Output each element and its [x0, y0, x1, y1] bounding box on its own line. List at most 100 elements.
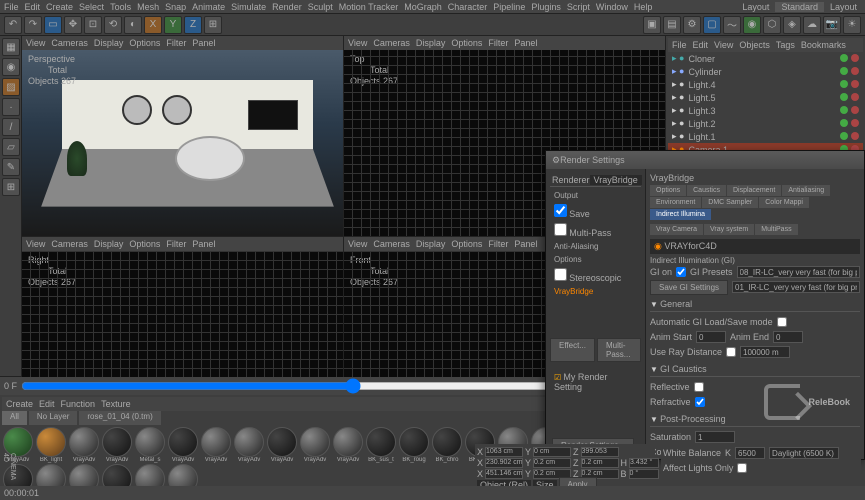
- menu-tools[interactable]: Tools: [110, 2, 131, 12]
- mat-texture[interactable]: Texture: [101, 399, 131, 409]
- raydist-input[interactable]: [740, 346, 790, 358]
- material-cell[interactable]: BK_light: [35, 427, 67, 463]
- mat-tab-nolayer[interactable]: No Layer: [29, 411, 77, 425]
- coord-x[interactable]: [485, 447, 523, 457]
- render-settings-icon[interactable]: ⚙: [683, 16, 701, 34]
- useray-checkbox[interactable]: [726, 347, 736, 357]
- coord-b[interactable]: [629, 469, 659, 479]
- rotate-tool-icon[interactable]: ⟲: [104, 16, 122, 34]
- menu-pipeline[interactable]: Pipeline: [493, 2, 525, 12]
- object-row[interactable]: ▸ ●Light.5: [668, 91, 863, 104]
- object-row[interactable]: ▸ ●Light.4: [668, 78, 863, 91]
- object-row[interactable]: ▸ ●Light.1: [668, 130, 863, 143]
- mat-tab-rose[interactable]: rose_01_04 (0.tm): [79, 411, 160, 425]
- menu-select[interactable]: Select: [79, 2, 104, 12]
- coord-x2[interactable]: [485, 458, 523, 468]
- coord-icon[interactable]: ⊞: [204, 16, 222, 34]
- undo-icon[interactable]: ↶: [4, 16, 22, 34]
- animend-input[interactable]: [773, 331, 803, 343]
- menu-edit[interactable]: Edit: [25, 2, 41, 12]
- autoload-checkbox[interactable]: [777, 317, 787, 327]
- objmgr-file[interactable]: File: [672, 40, 687, 50]
- material-cell[interactable]: VrayAdv: [332, 427, 364, 463]
- object-row[interactable]: ▸ ●Cylinder: [668, 65, 863, 78]
- objmgr-edit[interactable]: Edit: [693, 40, 709, 50]
- affect-checkbox[interactable]: [737, 463, 747, 473]
- vp-menu-cameras[interactable]: Cameras: [373, 38, 410, 48]
- objmgr-bookmarks[interactable]: Bookmarks: [801, 40, 846, 50]
- material-cell[interactable]: BK_sus_t: [365, 427, 397, 463]
- vp-menu-options[interactable]: Options: [451, 38, 482, 48]
- tab-dmc[interactable]: DMC Sampler: [702, 197, 758, 208]
- tab-displacement[interactable]: Displacement: [727, 185, 781, 196]
- menu-plugins[interactable]: Plugins: [531, 2, 561, 12]
- mat-edit[interactable]: Edit: [39, 399, 55, 409]
- coord-x3[interactable]: [485, 469, 523, 479]
- vp-menu-cameras[interactable]: Cameras: [51, 38, 88, 48]
- material-cell[interactable]: BK_chro: [431, 427, 463, 463]
- stereo-checkbox[interactable]: [554, 268, 567, 281]
- material-cell[interactable]: VrayAdv: [167, 427, 199, 463]
- vp-menu-filter[interactable]: Filter: [488, 38, 508, 48]
- render-aa[interactable]: Anti-Aliasing: [550, 240, 641, 253]
- wb-preset[interactable]: [769, 447, 839, 459]
- vp-menu-filter[interactable]: Filter: [488, 239, 508, 249]
- refractive-checkbox[interactable]: [695, 397, 705, 407]
- menu-simulate[interactable]: Simulate: [231, 2, 266, 12]
- vp-menu-display[interactable]: Display: [94, 239, 124, 249]
- vp-menu-display[interactable]: Display: [416, 239, 446, 249]
- wb-input[interactable]: [735, 447, 765, 459]
- spline-icon[interactable]: ～: [723, 16, 741, 34]
- tab-caustics[interactable]: Caustics: [687, 185, 726, 196]
- multipass-checkbox[interactable]: [554, 223, 567, 236]
- point-mode-icon[interactable]: ·: [2, 98, 20, 116]
- save-checkbox[interactable]: [554, 204, 567, 217]
- render-multipass[interactable]: Multi-Pass: [550, 221, 641, 240]
- tab-options[interactable]: Options: [650, 185, 686, 196]
- object-mode-icon[interactable]: ◉: [2, 58, 20, 76]
- vp-menu-display[interactable]: Display: [416, 38, 446, 48]
- tab-vraysys[interactable]: Vray system: [704, 224, 754, 235]
- tab-env[interactable]: Environment: [650, 197, 701, 208]
- objmgr-objects[interactable]: Objects: [739, 40, 770, 50]
- save-gi-button[interactable]: Save GI Settings: [650, 280, 728, 295]
- reflective-checkbox[interactable]: [694, 382, 704, 392]
- render-output[interactable]: Output: [550, 189, 641, 202]
- menu-window[interactable]: Window: [596, 2, 628, 12]
- menu-animate[interactable]: Animate: [192, 2, 225, 12]
- vp-menu-panel[interactable]: Panel: [192, 38, 215, 48]
- viewport-perspective[interactable]: View Cameras Display Options Filter Pane…: [22, 36, 343, 236]
- menu-render[interactable]: Render: [272, 2, 302, 12]
- tab-vraycam[interactable]: Vray Camera: [650, 224, 703, 235]
- menu-create[interactable]: Create: [46, 2, 73, 12]
- vp-menu-display[interactable]: Display: [94, 38, 124, 48]
- generator-icon[interactable]: ⬡: [763, 16, 781, 34]
- objmgr-tags[interactable]: Tags: [776, 40, 795, 50]
- vp-menu-options[interactable]: Options: [451, 239, 482, 249]
- coord-z[interactable]: [581, 447, 619, 457]
- object-row[interactable]: ▸ ●Light.3: [668, 104, 863, 117]
- scale-tool-icon[interactable]: ⊡: [84, 16, 102, 34]
- model-mode-icon[interactable]: ▦: [2, 38, 20, 56]
- object-row[interactable]: ▸ ●Cloner: [668, 52, 863, 65]
- vp-menu-filter[interactable]: Filter: [166, 239, 186, 249]
- tool-icon[interactable]: ◐: [124, 16, 142, 34]
- renderer-dropdown[interactable]: VrayBridge: [590, 175, 642, 185]
- menu-character[interactable]: Character: [448, 2, 488, 12]
- menu-script[interactable]: Script: [567, 2, 590, 12]
- axis-y-icon[interactable]: Y: [164, 16, 182, 34]
- menu-mograph[interactable]: MoGraph: [404, 2, 442, 12]
- vp-menu-cameras[interactable]: Cameras: [51, 239, 88, 249]
- environment-icon[interactable]: ☁: [803, 16, 821, 34]
- vp-menu-options[interactable]: Options: [129, 38, 160, 48]
- material-cell[interactable]: VrayAdv: [200, 427, 232, 463]
- vp-menu-cameras[interactable]: Cameras: [373, 239, 410, 249]
- my-render-setting[interactable]: ☑ My Render Setting: [550, 370, 641, 394]
- coord-y2[interactable]: [533, 458, 571, 468]
- vp-menu-options[interactable]: Options: [129, 239, 160, 249]
- move-tool-icon[interactable]: ✥: [64, 16, 82, 34]
- vp-menu-panel[interactable]: Panel: [514, 38, 537, 48]
- material-cell[interactable]: VrayAdv: [68, 427, 100, 463]
- render-vraybridge[interactable]: VrayBridge: [550, 285, 641, 298]
- menu-file[interactable]: File: [4, 2, 19, 12]
